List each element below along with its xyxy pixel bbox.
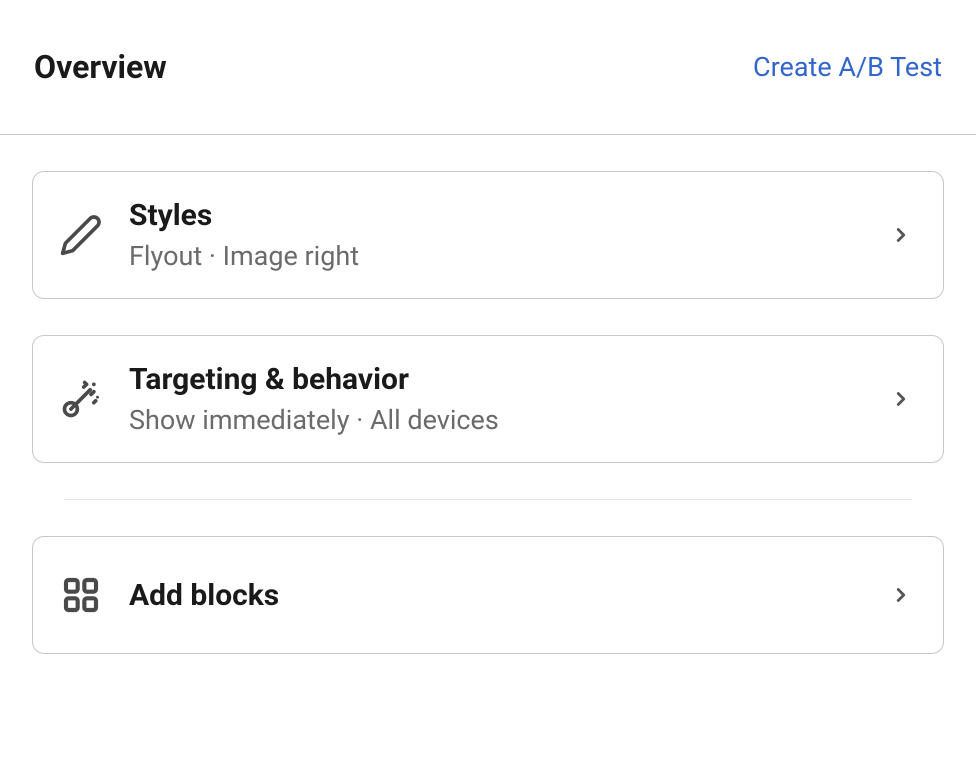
targeting-subtitle: Show immediately · All devices: [129, 404, 889, 436]
card-content: Styles Flyout · Image right: [129, 198, 889, 272]
magic-wand-icon: [57, 375, 105, 423]
chevron-right-icon: [889, 583, 913, 607]
divider: [64, 499, 912, 500]
header: Overview Create A/B Test: [0, 0, 976, 135]
card-content: Add blocks: [129, 578, 889, 613]
styles-title: Styles: [129, 198, 889, 234]
cards-container: Styles Flyout · Image right Targeting & …: [0, 135, 976, 654]
add-blocks-card[interactable]: Add blocks: [32, 536, 944, 654]
styles-subtitle: Flyout · Image right: [129, 240, 889, 272]
chevron-right-icon: [889, 387, 913, 411]
page-title: Overview: [34, 48, 167, 86]
add-blocks-title: Add blocks: [129, 578, 889, 613]
targeting-title: Targeting & behavior: [129, 362, 889, 398]
targeting-card[interactable]: Targeting & behavior Show immediately · …: [32, 335, 944, 463]
blocks-icon: [57, 571, 105, 619]
create-ab-test-link[interactable]: Create A/B Test: [753, 51, 942, 83]
styles-card[interactable]: Styles Flyout · Image right: [32, 171, 944, 299]
card-content: Targeting & behavior Show immediately · …: [129, 362, 889, 436]
pencil-icon: [57, 211, 105, 259]
chevron-right-icon: [889, 223, 913, 247]
